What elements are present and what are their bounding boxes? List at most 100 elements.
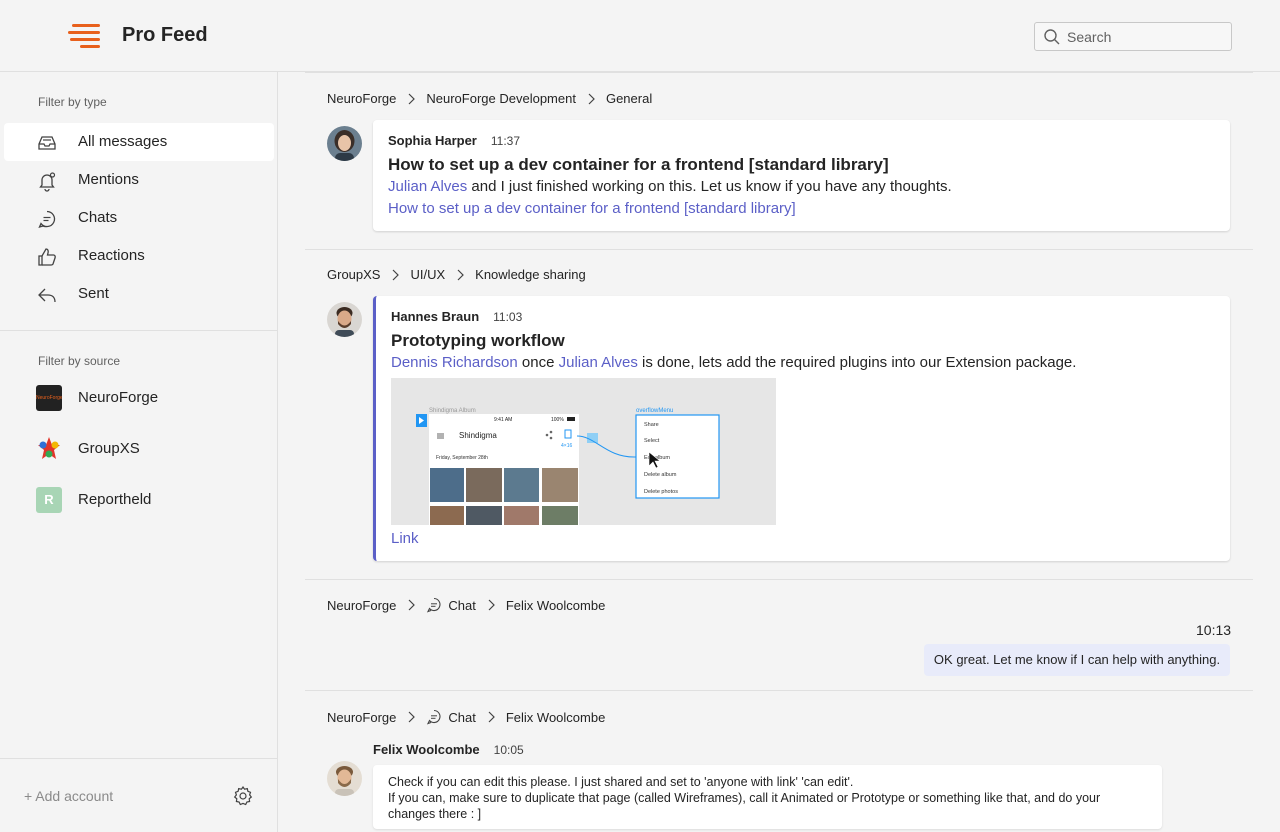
search-input[interactable] [1067, 27, 1227, 47]
inbox-icon [38, 136, 56, 150]
message-card[interactable]: Check if you can edit this please. I jus… [373, 765, 1162, 829]
feed: NeuroForge NeuroForge Development Genera… [278, 72, 1280, 832]
breadcrumb-item[interactable]: NeuroForge [327, 91, 396, 106]
breadcrumb-item[interactable]: Knowledge sharing [475, 267, 586, 282]
chat-icon [427, 597, 441, 613]
message-card[interactable]: Sophia Harper 11:37 How to set up a dev c… [373, 120, 1230, 231]
chevron-right-icon [408, 93, 416, 104]
chevron-right-icon [588, 93, 595, 104]
breadcrumb-item[interactable]: Felix Woolcombe [506, 598, 605, 613]
breadcrumb-item[interactable]: GroupXS [327, 267, 380, 282]
sidebar-source-neuroforge[interactable]: NeuroForge NeuroForge [4, 378, 274, 418]
app-header: Pro Feed [0, 0, 1280, 72]
app-logo-icon [68, 24, 102, 50]
user-mention[interactable]: Julian Alves [388, 178, 467, 195]
chat-icon [38, 210, 56, 229]
message-time: 11:37 [490, 134, 520, 148]
sent-message-bubble[interactable]: OK great. Let me know if I can help with… [924, 644, 1230, 676]
prototype-screenshot: Shindigma Album 9:41 AM 100% Shindigma 4… [391, 378, 776, 525]
reply-icon [38, 288, 56, 303]
message-body: Dennis Richardson once Julian Alves is d… [391, 354, 1077, 371]
preview-menu-item: Delete album [644, 472, 677, 478]
source-label: GroupXS [78, 440, 140, 457]
sidebar-item-label: Sent [78, 285, 109, 302]
app-title: Pro Feed [122, 24, 208, 46]
preview-size-label: 4×16 [561, 443, 572, 449]
reportheld-logo: R [36, 487, 62, 513]
image-preview[interactable]: Shindigma Album 9:41 AM 100% Shindigma 4… [391, 378, 776, 525]
preview-status-time: 9:41 AM [494, 417, 512, 423]
breadcrumb-item[interactable]: Chat [448, 598, 475, 613]
breadcrumb-item[interactable]: NeuroForge Development [426, 91, 576, 106]
message-time: 10:05 [493, 743, 524, 757]
message-time: 11:03 [493, 310, 523, 324]
sidebar-item-reactions[interactable]: Reactions [4, 237, 274, 275]
message-body: Julian Alves and I just finished working… [388, 178, 952, 195]
filter-by-source-label: Filter by source [38, 354, 121, 368]
search-icon [1044, 29, 1060, 45]
avatar[interactable] [327, 126, 362, 161]
sidebar-item-label: All messages [78, 133, 168, 150]
message-body-line: changes there : ] [388, 807, 482, 821]
sidebar-item-label: Chats [78, 209, 118, 226]
add-account-link[interactable]: + Add account [24, 788, 113, 804]
preview-date: Friday, September 28th [436, 455, 488, 461]
sidebar-source-reportheld[interactable]: R Reportheld [4, 480, 274, 520]
chevron-right-icon [408, 711, 416, 723]
bell-icon [39, 172, 56, 192]
chevron-right-icon [408, 599, 416, 611]
search-box[interactable] [1034, 22, 1232, 51]
breadcrumb-item[interactable]: General [606, 91, 652, 106]
settings-gear-icon[interactable] [232, 785, 254, 807]
sidebar-item-chats[interactable]: Chats [4, 199, 274, 237]
feed-separator [305, 72, 1253, 73]
user-mention[interactable]: Dennis Richardson [391, 354, 518, 371]
sidebar-divider [0, 330, 278, 331]
feed-separator [305, 249, 1253, 250]
filter-by-type-label: Filter by type [38, 95, 107, 109]
breadcrumb-item[interactable]: NeuroForge [327, 710, 396, 725]
preview-app-title: Shindigma [459, 431, 497, 440]
sidebar-item-mentions[interactable]: Mentions [4, 161, 274, 199]
sidebar-item-label: Reactions [78, 247, 145, 264]
sidebar-item-sent[interactable]: Sent [4, 275, 274, 313]
breadcrumb-item[interactable]: Felix Woolcombe [506, 710, 605, 725]
user-mention[interactable]: Julian Alves [559, 354, 638, 371]
avatar[interactable] [327, 302, 362, 337]
breadcrumb-item[interactable]: NeuroForge [327, 598, 396, 613]
source-label: Reportheld [78, 491, 152, 508]
avatar[interactable] [327, 761, 362, 796]
message-author: Felix Woolcombe 10:05 [373, 742, 524, 757]
message-body-line: If you can, make sure to duplicate that … [388, 791, 1101, 805]
feed-separator [305, 579, 1253, 580]
message-subject: Prototyping workflow [391, 331, 565, 350]
groupxs-logo [38, 437, 60, 459]
chevron-right-icon [393, 269, 400, 280]
breadcrumb: GroupXS UI/UX Knowledge sharing [327, 267, 586, 282]
preview-menu-title: overflowMenu [636, 408, 673, 414]
message-link[interactable]: Link [391, 530, 419, 547]
preview-album-label: Shindigma Album [429, 408, 476, 414]
neuroforge-logo: NeuroForge [36, 385, 62, 411]
breadcrumb-item[interactable]: Chat [448, 710, 475, 725]
message-author: Sophia Harper 11:37 [388, 133, 520, 148]
breadcrumb: NeuroForge Chat Felix Woolcombe [327, 709, 605, 725]
breadcrumb: NeuroForge Chat Felix Woolcombe [327, 597, 605, 613]
message-author: Hannes Braun 11:03 [391, 309, 523, 324]
sidebar-source-groupxs[interactable]: GroupXS [4, 429, 274, 469]
source-label: NeuroForge [78, 389, 159, 406]
preview-menu-item: Select [644, 438, 660, 444]
sidebar-item-label: Mentions [78, 171, 139, 188]
chat-icon [427, 709, 441, 725]
message-subject: How to set up a dev container for a fron… [388, 155, 889, 174]
sidebar-item-all-messages[interactable]: All messages [4, 123, 274, 161]
thumbs-up-icon [38, 248, 56, 266]
sidebar: Filter by type All messages Mentions Cha… [0, 72, 278, 832]
preview-menu-item: Delete photos [644, 489, 678, 495]
breadcrumb: NeuroForge NeuroForge Development Genera… [327, 91, 652, 106]
breadcrumb-item[interactable]: UI/UX [410, 267, 445, 282]
message-card[interactable]: Hannes Braun 11:03 Prototyping workflow D… [373, 296, 1230, 561]
message-link[interactable]: How to set up a dev container for a fron… [388, 200, 796, 217]
preview-menu-item: Share [644, 422, 659, 428]
chevron-right-icon [457, 269, 465, 280]
